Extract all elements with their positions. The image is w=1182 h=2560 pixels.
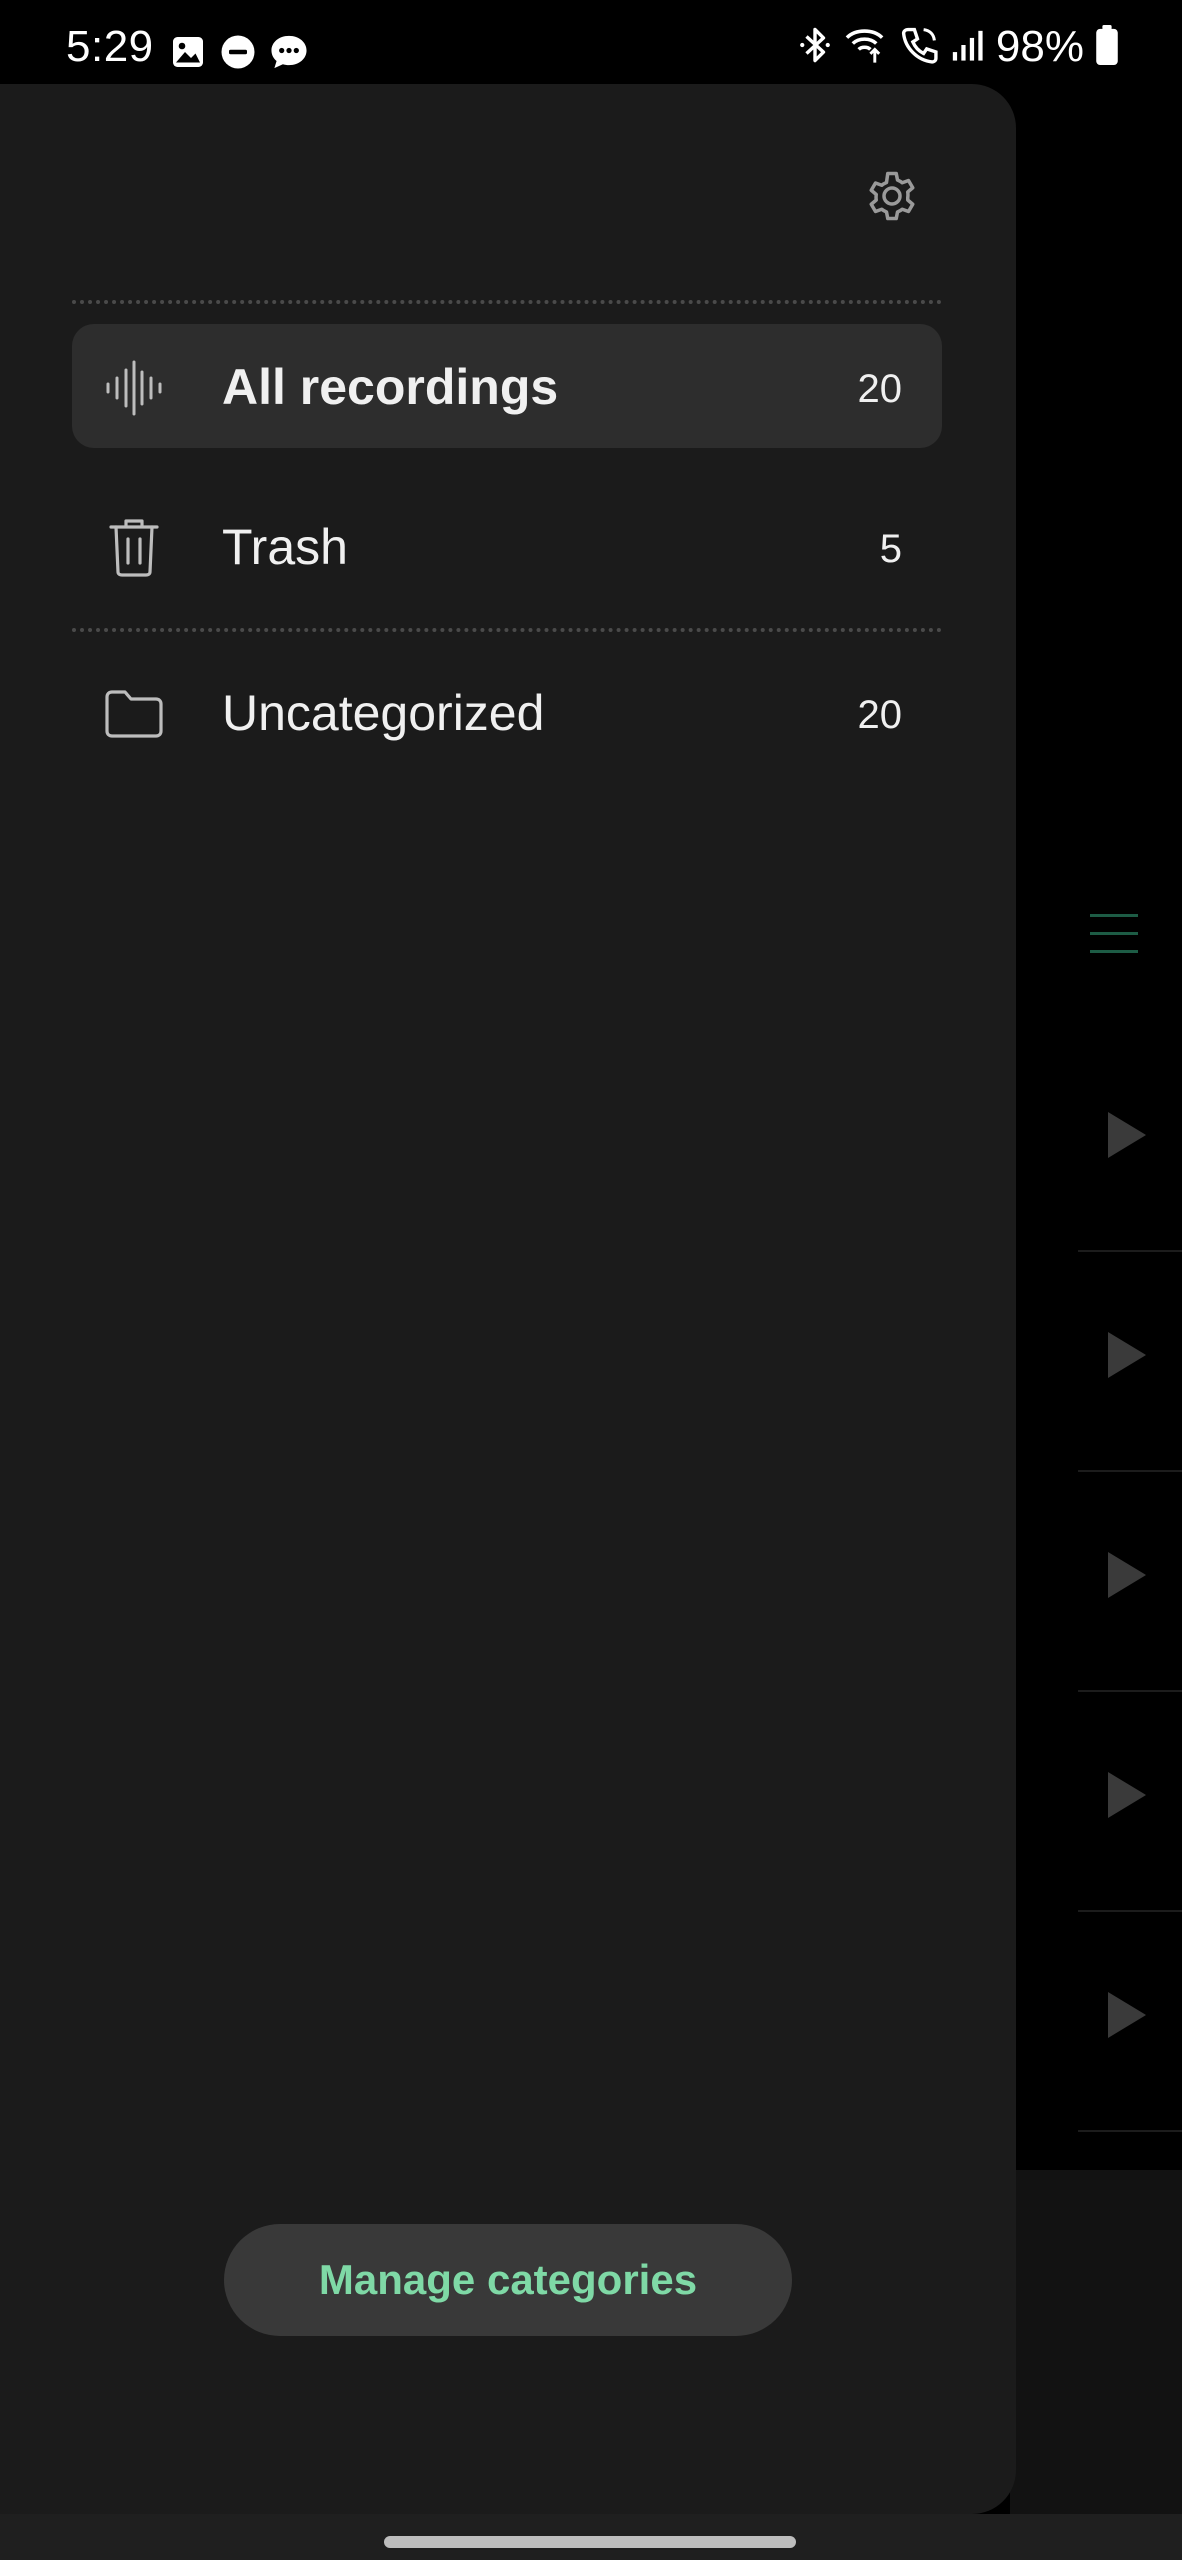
gear-icon: [862, 166, 922, 231]
nav-item-all-recordings[interactable]: All recordings 20: [72, 324, 942, 448]
nav-item-count: 20: [857, 693, 903, 737]
status-bar: 5:29 98%: [0, 0, 1182, 84]
do-not-disturb-icon: [220, 34, 256, 75]
list-item: [1078, 1030, 1182, 1252]
call-icon: [900, 25, 938, 70]
nav-item-label: Trash: [222, 519, 348, 575]
battery-icon: [1096, 24, 1118, 70]
battery-percentage: 98%: [995, 22, 1084, 71]
nav-item-count: 20: [857, 367, 903, 411]
nav-item-trash[interactable]: Trash 5: [72, 484, 942, 608]
signal-icon: [950, 27, 984, 68]
list-item: [1078, 1250, 1182, 1472]
bluetooth-icon: [798, 25, 832, 70]
status-time: 5:29: [66, 22, 154, 71]
nav-item-uncategorized[interactable]: Uncategorized 20: [72, 650, 942, 774]
status-system-icons: 98%: [798, 22, 1118, 72]
divider: [72, 300, 942, 304]
bottom-panel-background: [1010, 2170, 1182, 2515]
nav-item-label: Uncategorized: [222, 685, 545, 741]
settings-button[interactable]: [858, 164, 926, 232]
list-item: [1078, 1910, 1182, 2132]
navigation-drawer: All recordings 20 Trash 5 Uncategorized …: [0, 84, 1016, 2514]
wifi-calling-icon: [844, 25, 888, 70]
play-icon: [1106, 1330, 1148, 1385]
play-icon: [1106, 1990, 1148, 2045]
play-icon: [1106, 1550, 1148, 1605]
manage-categories-button[interactable]: Manage categories: [224, 2224, 792, 2336]
list-item: [1078, 1470, 1182, 1692]
messages-icon: [270, 34, 308, 75]
nav-item-count: 5: [879, 527, 902, 571]
waveform-icon: [102, 356, 166, 420]
gallery-icon: [170, 34, 206, 75]
status-notification-icons: [170, 34, 308, 75]
folder-icon: [102, 682, 166, 746]
list-item: [1078, 1690, 1182, 1912]
divider: [72, 628, 942, 632]
nav-item-label: All recordings: [222, 359, 559, 415]
menu-icon: [1090, 910, 1138, 963]
play-icon: [1106, 1770, 1148, 1825]
play-icon: [1106, 1110, 1148, 1165]
trash-icon: [102, 516, 166, 580]
navigation-bar: [0, 2514, 1182, 2560]
gesture-handle[interactable]: [384, 2536, 796, 2548]
